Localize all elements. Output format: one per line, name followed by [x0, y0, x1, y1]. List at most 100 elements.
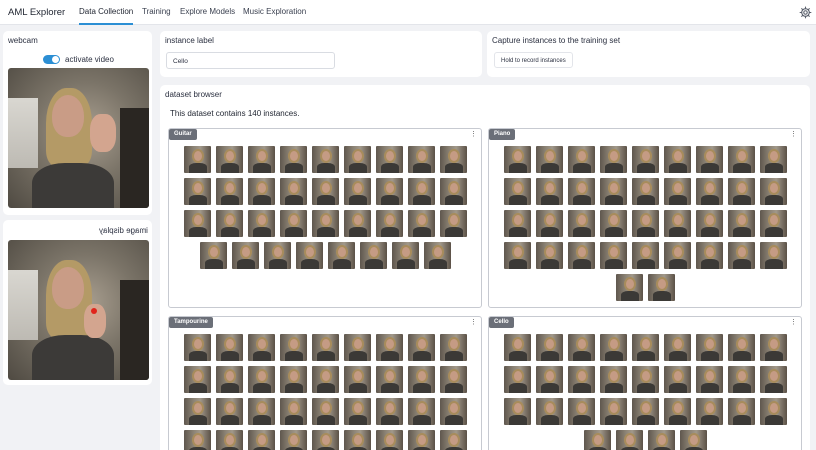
instance-thumbnail[interactable] — [311, 146, 339, 173]
tab-training[interactable]: Training — [142, 7, 171, 25]
instance-thumbnail[interactable] — [695, 146, 723, 173]
instance-thumbnail[interactable] — [215, 210, 243, 237]
instance-thumbnail[interactable] — [375, 210, 403, 237]
instance-thumbnail[interactable] — [247, 430, 275, 450]
instance-thumbnail[interactable] — [295, 242, 323, 269]
instance-thumbnail[interactable] — [631, 242, 659, 269]
instance-thumbnail[interactable] — [759, 366, 787, 393]
instance-thumbnail[interactable] — [327, 242, 355, 269]
gear-icon[interactable] — [799, 6, 812, 19]
instance-thumbnail[interactable] — [647, 430, 675, 450]
instance-thumbnail[interactable] — [247, 146, 275, 173]
instance-thumbnail[interactable] — [695, 210, 723, 237]
instance-thumbnail[interactable] — [727, 178, 755, 205]
kebab-menu-icon[interactable]: ⋮ — [790, 319, 797, 326]
instance-thumbnail[interactable] — [375, 178, 403, 205]
instance-thumbnail[interactable] — [423, 242, 451, 269]
instance-thumbnail[interactable] — [535, 210, 563, 237]
instance-thumbnail[interactable] — [343, 146, 371, 173]
instance-thumbnail[interactable] — [183, 210, 211, 237]
instance-thumbnail[interactable] — [247, 366, 275, 393]
instance-thumbnail[interactable] — [311, 210, 339, 237]
instance-thumbnail[interactable] — [663, 210, 691, 237]
instance-thumbnail[interactable] — [375, 146, 403, 173]
instance-thumbnail[interactable] — [567, 398, 595, 425]
instance-thumbnail[interactable] — [279, 398, 307, 425]
instance-thumbnail[interactable] — [439, 178, 467, 205]
instance-thumbnail[interactable] — [567, 334, 595, 361]
instance-thumbnail[interactable] — [727, 210, 755, 237]
instance-thumbnail[interactable] — [215, 398, 243, 425]
instance-thumbnail[interactable] — [535, 242, 563, 269]
instance-thumbnail[interactable] — [599, 210, 627, 237]
instance-thumbnail[interactable] — [279, 146, 307, 173]
instance-thumbnail[interactable] — [183, 398, 211, 425]
instance-thumbnail[interactable] — [439, 430, 467, 450]
instance-thumbnail[interactable] — [215, 366, 243, 393]
instance-thumbnail[interactable] — [375, 334, 403, 361]
record-instances-button[interactable]: Hold to record instances — [494, 52, 573, 68]
instance-thumbnail[interactable] — [311, 334, 339, 361]
instance-thumbnail[interactable] — [727, 398, 755, 425]
instance-thumbnail[interactable] — [759, 398, 787, 425]
instance-thumbnail[interactable] — [663, 334, 691, 361]
instance-thumbnail[interactable] — [679, 430, 707, 450]
kebab-menu-icon[interactable]: ⋮ — [470, 319, 477, 326]
instance-thumbnail[interactable] — [631, 178, 659, 205]
instance-thumbnail[interactable] — [343, 366, 371, 393]
instance-thumbnail[interactable] — [599, 334, 627, 361]
instance-thumbnail[interactable] — [311, 430, 339, 450]
instance-thumbnail[interactable] — [631, 210, 659, 237]
instance-thumbnail[interactable] — [247, 210, 275, 237]
instance-thumbnail[interactable] — [615, 430, 643, 450]
instance-thumbnail[interactable] — [407, 178, 435, 205]
instance-thumbnail[interactable] — [535, 178, 563, 205]
instance-thumbnail[interactable] — [183, 430, 211, 450]
instance-thumbnail[interactable] — [407, 210, 435, 237]
instance-thumbnail[interactable] — [759, 242, 787, 269]
instance-thumbnail[interactable] — [391, 242, 419, 269]
instance-thumbnail[interactable] — [439, 210, 467, 237]
instance-thumbnail[interactable] — [439, 334, 467, 361]
instance-thumbnail[interactable] — [759, 146, 787, 173]
instance-thumbnail[interactable] — [343, 210, 371, 237]
instance-thumbnail[interactable] — [759, 334, 787, 361]
instance-thumbnail[interactable] — [215, 146, 243, 173]
instance-thumbnail[interactable] — [343, 398, 371, 425]
instance-label-input[interactable]: Cello — [166, 52, 335, 69]
instance-thumbnail[interactable] — [503, 242, 531, 269]
instance-thumbnail[interactable] — [279, 366, 307, 393]
instance-thumbnail[interactable] — [503, 210, 531, 237]
instance-thumbnail[interactable] — [503, 146, 531, 173]
instance-thumbnail[interactable] — [279, 334, 307, 361]
activate-video-toggle[interactable] — [43, 55, 60, 64]
instance-thumbnail[interactable] — [279, 210, 307, 237]
instance-thumbnail[interactable] — [599, 178, 627, 205]
instance-thumbnail[interactable] — [503, 366, 531, 393]
instance-thumbnail[interactable] — [231, 242, 259, 269]
instance-thumbnail[interactable] — [647, 274, 675, 301]
instance-thumbnail[interactable] — [663, 178, 691, 205]
instance-thumbnail[interactable] — [407, 430, 435, 450]
instance-thumbnail[interactable] — [247, 178, 275, 205]
instance-thumbnail[interactable] — [567, 242, 595, 269]
instance-thumbnail[interactable] — [567, 210, 595, 237]
instance-thumbnail[interactable] — [663, 366, 691, 393]
instance-thumbnail[interactable] — [759, 178, 787, 205]
instance-thumbnail[interactable] — [503, 178, 531, 205]
instance-thumbnail[interactable] — [407, 334, 435, 361]
instance-thumbnail[interactable] — [343, 178, 371, 205]
instance-thumbnail[interactable] — [535, 146, 563, 173]
instance-thumbnail[interactable] — [343, 430, 371, 450]
instance-thumbnail[interactable] — [695, 366, 723, 393]
instance-thumbnail[interactable] — [695, 334, 723, 361]
instance-thumbnail[interactable] — [631, 398, 659, 425]
instance-thumbnail[interactable] — [599, 366, 627, 393]
instance-thumbnail[interactable] — [567, 178, 595, 205]
tab-music-exploration[interactable]: Music Exploration — [243, 7, 306, 25]
instance-thumbnail[interactable] — [247, 334, 275, 361]
instance-thumbnail[interactable] — [311, 398, 339, 425]
instance-thumbnail[interactable] — [631, 366, 659, 393]
instance-thumbnail[interactable] — [215, 334, 243, 361]
instance-thumbnail[interactable] — [727, 334, 755, 361]
